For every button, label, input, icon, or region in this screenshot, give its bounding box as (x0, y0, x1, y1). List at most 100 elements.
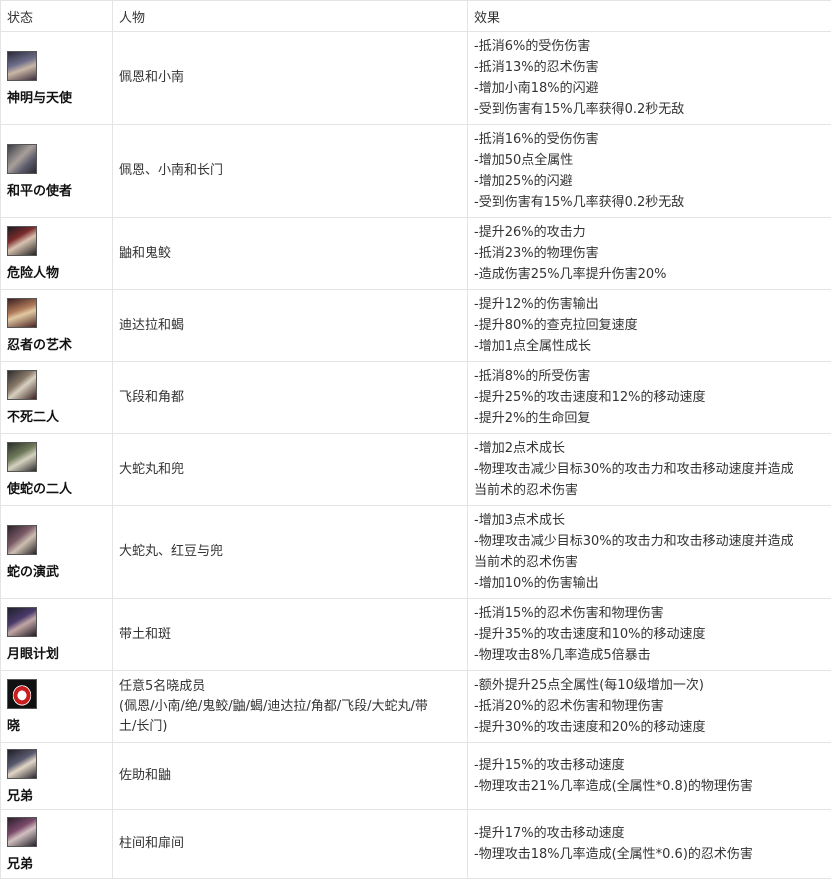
effects-cell: -增加2点术成长-物理攻击减少目标30%的攻击力和攻击移动速度并造成当前术的忍术… (468, 434, 831, 506)
status-cell: 神明与天使 (1, 32, 113, 125)
table-row: 月眼计划 带土和斑 -抵消15%的忍术伤害和物理伤害-提升35%的攻击速度和10%的… (1, 599, 831, 671)
effect-line: -提升2%的生命回复 (474, 408, 825, 429)
status-name: 忍者の艺术 (7, 338, 72, 353)
table-row: 忍者の艺术迪达拉和蝎-提升12%的伤害输出-提升80%的查克拉回复速度-增加1点… (1, 290, 831, 362)
characters-cell: 任意5名晓成员(佩恩/小南/绝/鬼鲛/鼬/蝎/迪达拉/角都/飞段/大蛇丸/带土/… (113, 671, 468, 743)
effect-line: -增加2点术成长 (474, 438, 825, 459)
status-cell: 晓 (1, 671, 113, 743)
pein-konan-nagato-portrait-icon (7, 144, 37, 174)
akatsuki-red-cloud-icon (7, 679, 37, 709)
characters-cell: 大蛇丸和兜 (113, 434, 468, 506)
status-name: 使蛇の二人 (7, 482, 72, 497)
deidara-sasori-portrait-icon (7, 298, 37, 328)
effects-cell: -抵消8%的所受伤害-提升25%的攻击速度和12%的移动速度-提升2%的生命回复 (468, 362, 831, 434)
effect-line: -增加3点术成长 (474, 510, 825, 531)
hashirama-tobirama-portrait-icon (7, 817, 37, 847)
status-cell: 兄弟 (1, 810, 113, 879)
effect-line: -物理攻击减少目标30%的攻击力和攻击移动速度并造成 (474, 531, 825, 552)
effect-line: -受到伤害有15%几率获得0.2秒无敌 (474, 99, 825, 120)
effect-line: -增加50点全属性 (474, 150, 825, 171)
obito-madara-portrait-icon (7, 607, 37, 637)
effects-cell: -提升26%的攻击力-抵消23%的物理伤害-造成伤害25%几率提升伤害20% (468, 218, 831, 290)
effect-line: -抵消23%的物理伤害 (474, 243, 825, 264)
effects-cell: -额外提升25点全属性(每10级增加一次)-抵消20%的忍术伤害和物理伤害-提升… (468, 671, 831, 743)
table-row: 晓 任意5名晓成员(佩恩/小南/绝/鬼鲛/鼬/蝎/迪达拉/角都/飞段/大蛇丸/带土… (1, 671, 831, 743)
status-name: 神明与天使 (7, 91, 72, 106)
effect-line: -物理攻击18%几率造成(全属性*0.6)的忍术伤害 (474, 844, 825, 865)
table-row: 和平の使者佩恩、小南和长门-抵消16%的受伤伤害-增加50点全属性-增加25%的… (1, 125, 831, 218)
status-cell: 蛇の演武 (1, 506, 113, 599)
effects-cell: -抵消6%的受伤伤害-抵消13%的忍术伤害-增加小南18%的闪避-受到伤害有15… (468, 32, 831, 125)
table-row: 兄弟佐助和鼬-提升15%的攻击移动速度-物理攻击21%几率造成(全属性*0.8)… (1, 743, 831, 810)
effect-line: -提升35%的攻击速度和10%的移动速度 (474, 624, 825, 645)
pein-konan-portrait-icon (7, 51, 37, 81)
effect-line: -物理攻击8%几率造成5倍暴击 (474, 645, 825, 666)
effect-line: -抵消6%的受伤伤害 (474, 36, 825, 57)
status-cell: 兄弟 (1, 743, 113, 810)
characters-cell: 柱间和扉间 (113, 810, 468, 879)
effect-line: -增加25%的闪避 (474, 171, 825, 192)
effects-cell: -提升17%的攻击移动速度-物理攻击18%几率造成(全属性*0.6)的忍术伤害 (468, 810, 831, 879)
table-row: 不死二人 飞段和角都-抵消8%的所受伤害-提升25%的攻击速度和12%的移动速度-… (1, 362, 831, 434)
hidan-kakuzu-portrait-icon (7, 370, 37, 400)
effect-line: -抵消15%的忍术伤害和物理伤害 (474, 603, 825, 624)
effect-line: -增加1点全属性成长 (474, 336, 825, 357)
characters-cell: 带土和斑 (113, 599, 468, 671)
header-status: 状态 (1, 1, 113, 32)
effect-line: -物理攻击减少目标30%的攻击力和攻击移动速度并造成 (474, 459, 825, 480)
status-name: 不死二人 (7, 410, 59, 425)
table-row: 兄弟柱间和扉间-提升17%的攻击移动速度-物理攻击18%几率造成(全属性*0.6… (1, 810, 831, 879)
status-cell: 不死二人 (1, 362, 113, 434)
effect-line: -额外提升25点全属性(每10级增加一次) (474, 675, 825, 696)
status-name: 兄弟 (7, 789, 33, 804)
effect-line: -提升12%的伤害输出 (474, 294, 825, 315)
effect-line: -提升30%的攻击速度和20%的移动速度 (474, 717, 825, 738)
effects-cell: -抵消16%的受伤伤害-增加50点全属性-增加25%的闪避-受到伤害有15%几率… (468, 125, 831, 218)
effect-line: -提升15%的攻击移动速度 (474, 755, 825, 776)
effect-line: -增加10%的伤害输出 (474, 573, 825, 594)
orochimaru-kabuto-portrait-icon (7, 442, 37, 472)
effect-line: -增加小南18%的闪避 (474, 78, 825, 99)
table-row: 危险人物鼬和鬼鲛-提升26%的攻击力-抵消23%的物理伤害-造成伤害25%几率提… (1, 218, 831, 290)
effect-line: -物理攻击21%几率造成(全属性*0.8)的物理伤害 (474, 776, 825, 797)
characters-cell: 飞段和角都 (113, 362, 468, 434)
effect-line: -抵消16%的受伤伤害 (474, 129, 825, 150)
characters-cell: 鼬和鬼鲛 (113, 218, 468, 290)
itachi-kisame-portrait-icon (7, 226, 37, 256)
combo-status-table: 状态 人物 效果 神明与天使佩恩和小南-抵消6%的受伤伤害-抵消13%的忍术伤害… (0, 0, 831, 879)
table-row: 蛇の演武大蛇丸、红豆与兜-增加3点术成长-物理攻击减少目标30%的攻击力和攻击移… (1, 506, 831, 599)
status-name: 危险人物 (7, 266, 59, 281)
characters-line: 土/长门) (119, 717, 461, 737)
status-name: 和平の使者 (7, 184, 72, 199)
table-row: 使蛇の二人大蛇丸和兜-增加2点术成长-物理攻击减少目标30%的攻击力和攻击移动速… (1, 434, 831, 506)
status-cell: 危险人物 (1, 218, 113, 290)
status-cell: 忍者の艺术 (1, 290, 113, 362)
characters-cell: 佩恩和小南 (113, 32, 468, 125)
status-cell: 和平の使者 (1, 125, 113, 218)
characters-cell: 佩恩、小南和长门 (113, 125, 468, 218)
effects-cell: -提升15%的攻击移动速度-物理攻击21%几率造成(全属性*0.8)的物理伤害 (468, 743, 831, 810)
effect-line: -提升26%的攻击力 (474, 222, 825, 243)
header-characters: 人物 (113, 1, 468, 32)
status-cell: 使蛇の二人 (1, 434, 113, 506)
effect-line: -抵消13%的忍术伤害 (474, 57, 825, 78)
status-name: 晓 (7, 719, 20, 734)
status-name: 蛇の演武 (7, 565, 59, 580)
table-row: 神明与天使佩恩和小南-抵消6%的受伤伤害-抵消13%的忍术伤害-增加小南18%的… (1, 32, 831, 125)
header-row: 状态 人物 效果 (1, 1, 831, 32)
header-effects: 效果 (468, 1, 831, 32)
effects-cell: -提升12%的伤害输出-提升80%的查克拉回复速度-增加1点全属性成长 (468, 290, 831, 362)
effect-line: -提升17%的攻击移动速度 (474, 823, 825, 844)
effect-line: -受到伤害有15%几率获得0.2秒无敌 (474, 192, 825, 213)
effect-line: -抵消20%的忍术伤害和物理伤害 (474, 696, 825, 717)
characters-cell: 迪达拉和蝎 (113, 290, 468, 362)
effects-cell: -增加3点术成长-物理攻击减少目标30%的攻击力和攻击移动速度并造成当前术的忍术… (468, 506, 831, 599)
effect-line: -提升80%的查克拉回复速度 (474, 315, 825, 336)
characters-line: (佩恩/小南/绝/鬼鲛/鼬/蝎/迪达拉/角都/飞段/大蛇丸/带 (119, 697, 461, 717)
effect-line: -造成伤害25%几率提升伤害20% (474, 264, 825, 285)
characters-cell: 大蛇丸、红豆与兜 (113, 506, 468, 599)
sasuke-itachi-portrait-icon (7, 749, 37, 779)
characters-line: 任意5名晓成员 (119, 677, 461, 697)
status-name: 月眼计划 (7, 647, 59, 662)
effect-line: -提升25%的攻击速度和12%的移动速度 (474, 387, 825, 408)
